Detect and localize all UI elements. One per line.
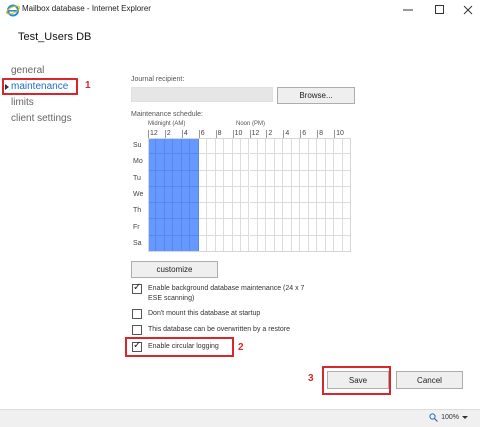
option-label-overwrite-by-restore: This database can be overwritten by a re…	[148, 326, 291, 333]
hour-label: 12	[251, 130, 260, 137]
nav-item-client-settings[interactable]: client settings	[11, 113, 72, 124]
hour-tick	[164, 130, 166, 138]
nav-item-limits[interactable]: limits	[11, 97, 34, 108]
hour-label: 6	[200, 130, 205, 137]
title-bar: Mailbox database - Internet Explorer	[0, 0, 480, 20]
checkbox-background-maintenance[interactable]: ✓	[132, 282, 142, 294]
hour-tick	[334, 130, 336, 138]
window-title: Mailbox database - Internet Explorer	[22, 4, 151, 13]
hour-label: 2	[268, 130, 273, 137]
zoom-level: 100%	[441, 414, 459, 421]
day-label: We	[133, 191, 144, 198]
annotation-number-1: 1	[85, 80, 91, 91]
option-label-background-maintenance: Enable background database maintenance (…	[148, 285, 305, 302]
maximize-icon	[435, 5, 444, 14]
day-label: Su	[133, 142, 142, 150]
hour-label: 8	[319, 130, 324, 137]
status-bar: 100%	[0, 409, 480, 427]
hour-label: 4	[285, 130, 290, 137]
save-button[interactable]: Save	[327, 371, 389, 389]
zoom-magnifier-icon	[429, 413, 439, 422]
journal-recipient-field[interactable]	[131, 87, 273, 102]
hour-label: 10	[336, 130, 344, 137]
highlight-box-maintenance	[2, 78, 78, 95]
nav-item-general[interactable]: general	[11, 65, 44, 76]
hour-tick	[198, 130, 200, 138]
chevron-down-icon	[462, 416, 468, 419]
checkbox-dont-mount[interactable]	[132, 309, 142, 319]
cancel-button[interactable]: Cancel	[396, 371, 463, 389]
hour-tick	[232, 130, 234, 138]
close-button[interactable]	[452, 0, 480, 20]
option-label-dont-mount: Don't mount this database at startup	[148, 310, 261, 317]
highlight-box-circular-logging	[125, 337, 234, 357]
day-label: Mo	[133, 158, 143, 166]
browse-button[interactable]: Browse...	[277, 87, 355, 104]
day-label: Th	[133, 207, 142, 215]
checkbox-overwrite-by-restore[interactable]	[132, 325, 142, 335]
hour-label: 8	[217, 130, 222, 137]
midnight-label: Midnight (AM)	[148, 121, 186, 127]
day-label: Tu	[133, 174, 141, 182]
maintenance-schedule-label: Maintenance schedule:	[131, 111, 203, 118]
hour-label: 4	[183, 130, 188, 137]
hour-tick	[266, 130, 268, 138]
annotation-number-3: 3	[308, 373, 314, 384]
zoom-control[interactable]: 100%	[429, 413, 468, 422]
checkmark-icon: ✓	[133, 282, 142, 293]
hour-tick	[283, 130, 285, 138]
hour-tick	[215, 130, 217, 138]
hour-tick	[249, 130, 251, 138]
hour-label: 10	[234, 130, 243, 137]
hour-tick	[317, 130, 319, 138]
hour-tick	[181, 130, 183, 138]
day-label: Fr	[133, 223, 140, 231]
close-icon	[463, 5, 473, 15]
noon-label: Noon (PM)	[236, 121, 266, 127]
hour-label: 12	[150, 130, 158, 137]
hour-tick	[148, 130, 149, 138]
schedule-grid-frame	[148, 138, 351, 252]
internet-explorer-icon	[6, 4, 20, 17]
journal-recipient-label: Journal recipient:	[131, 76, 185, 83]
day-label: Sa	[133, 239, 142, 247]
annotation-number-2: 2	[238, 342, 244, 353]
hour-label: 6	[302, 130, 307, 137]
database-name: Test_Users DB	[18, 31, 92, 43]
hour-tick	[300, 130, 302, 138]
minimize-icon	[403, 9, 413, 11]
minimize-button[interactable]	[392, 0, 424, 20]
hour-label: 2	[166, 130, 171, 137]
customize-button[interactable]: customize	[131, 261, 218, 278]
